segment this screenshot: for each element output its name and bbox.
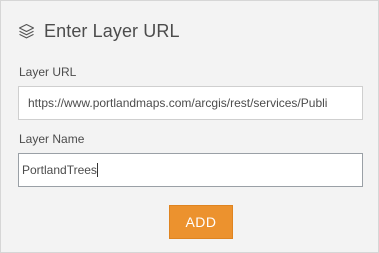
layer-name-label: Layer Name xyxy=(19,132,85,146)
add-layer-panel: Enter Layer URL Layer URL https://www.po… xyxy=(0,0,379,253)
layer-url-input[interactable]: https://www.portlandmaps.com/arcgis/rest… xyxy=(18,86,363,120)
layer-url-label: Layer URL xyxy=(19,65,77,79)
layer-name-value: PortlandTrees xyxy=(22,163,97,177)
panel-header: Enter Layer URL xyxy=(18,19,180,43)
layers-icon xyxy=(18,23,35,40)
panel-title: Enter Layer URL xyxy=(44,20,180,41)
layer-url-value: https://www.portlandmaps.com/arcgis/rest… xyxy=(28,96,328,110)
layer-name-input[interactable]: PortlandTrees xyxy=(18,153,363,187)
add-button[interactable]: ADD xyxy=(169,205,233,239)
text-caret xyxy=(96,163,98,177)
